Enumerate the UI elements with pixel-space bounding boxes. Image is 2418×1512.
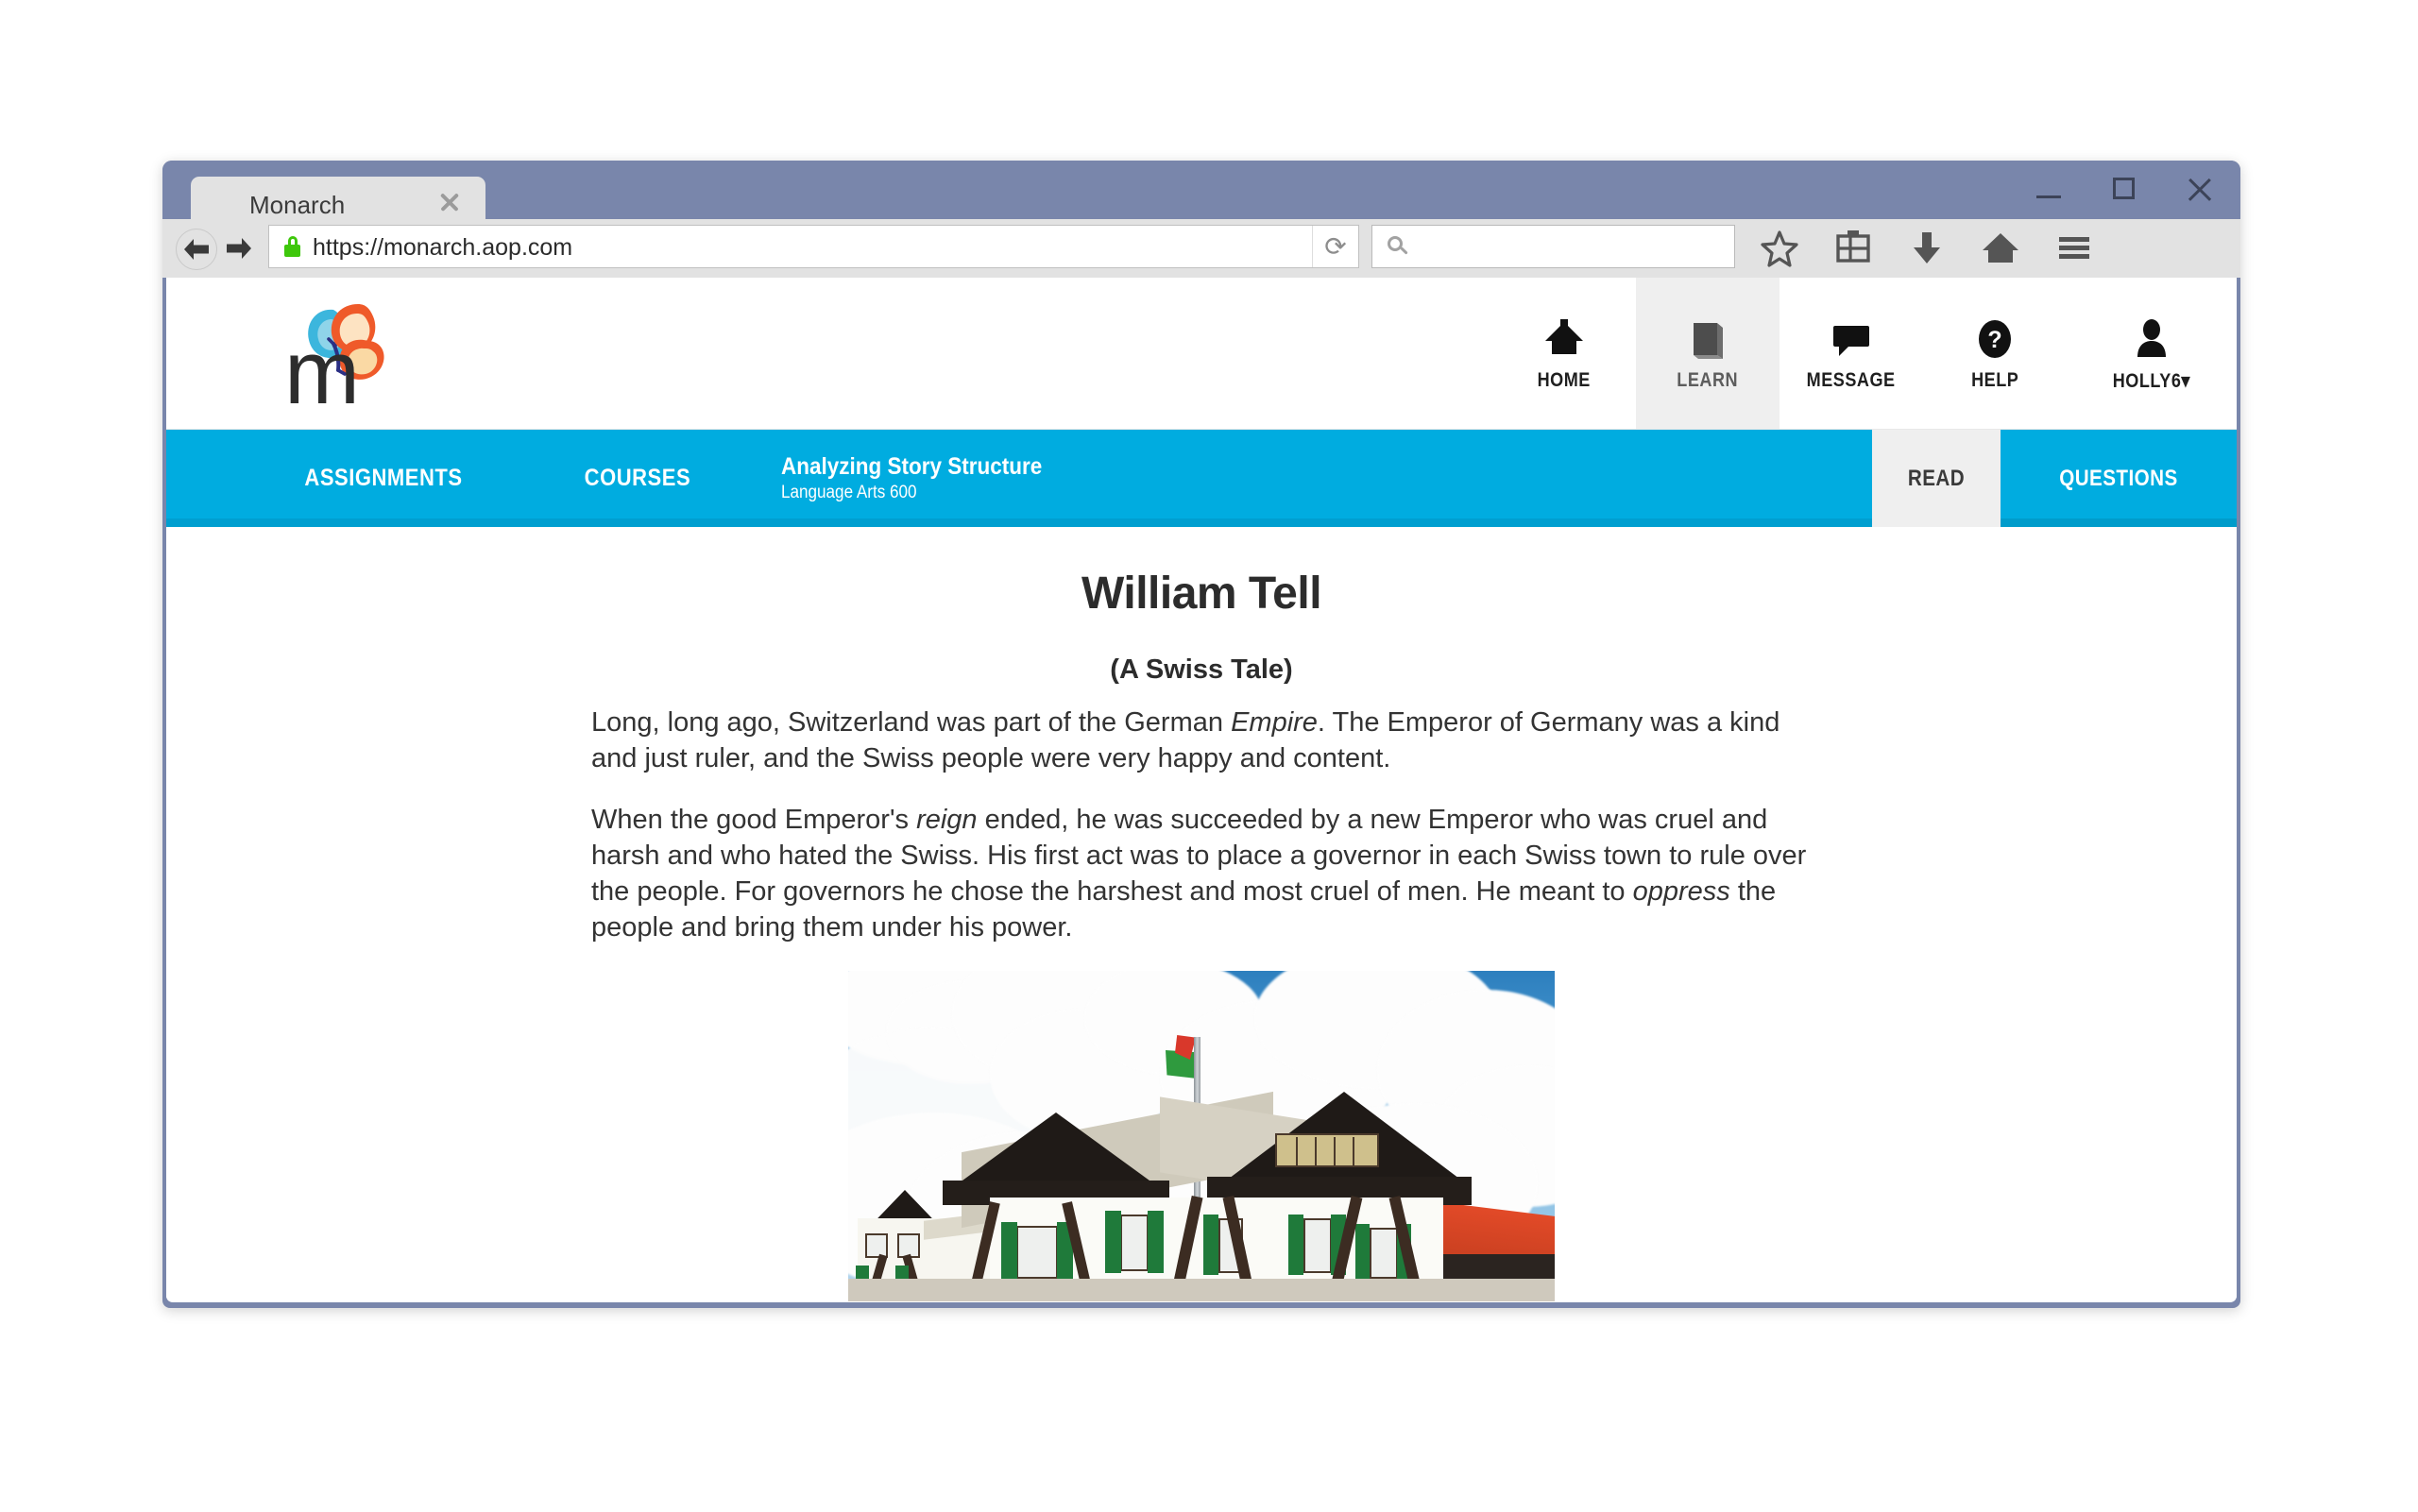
emphasized-text: Empire <box>1231 707 1318 738</box>
svg-text:?: ? <box>1987 327 2001 353</box>
nav-item-learn[interactable]: LEARN <box>1636 278 1779 429</box>
emphasized-text: oppress <box>1632 876 1730 907</box>
swiss-chalet-photo <box>848 971 1555 1301</box>
search-input[interactable] <box>1418 226 1724 269</box>
course-link-assignments[interactable]: ASSIGNMENTS <box>304 465 462 492</box>
reload-glyph: ⟳ <box>1324 230 1347 263</box>
user-name: HOLLY6 <box>2112 369 2182 392</box>
paragraph-text: When the good Emperor's <box>591 805 917 835</box>
back-arrow-icon[interactable] <box>176 229 217 270</box>
browser-window: Monarch https://monarch.aop.com ⟳ m HOME… <box>162 161 2240 1308</box>
browser-toolbar: https://monarch.aop.com ⟳ <box>162 219 2240 278</box>
course-bar-left: ASSIGNMENTS COURSES Analyzing Story Stru… <box>166 430 1872 527</box>
home-glyph <box>1545 319 1583 354</box>
article-paragraph: Long, long ago, Switzerland was part of … <box>591 705 1812 776</box>
home-icon <box>1542 314 1586 364</box>
lock-icon <box>284 236 300 257</box>
book-glyph <box>1694 323 1723 359</box>
nav-item-help-label: HELP <box>1970 369 2019 391</box>
tab-questions[interactable]: QUESTIONS <box>2001 430 2237 527</box>
nav-item-message-label: MESSAGE <box>1807 369 1896 391</box>
hamburger-glyph <box>2059 237 2089 259</box>
tab-read[interactable]: READ <box>1872 430 2001 527</box>
search-icon <box>1388 236 1408 257</box>
browser-titlebar: Monarch <box>162 161 2240 233</box>
emphasized-text: reign <box>916 805 978 835</box>
tab-close-icon[interactable] <box>436 189 463 215</box>
tab-read-label: READ <box>1907 465 1966 491</box>
message-glyph <box>1833 326 1869 356</box>
help-glyph: ? <box>1979 320 2011 358</box>
reload-icon[interactable]: ⟳ <box>1312 226 1358 267</box>
home-icon[interactable] <box>1980 227 2021 268</box>
article-subtitle: (A Swiss Tale) <box>1110 654 1293 685</box>
page-viewport: m HOME LEARN MESSAGE ? HELP HOLLY6▾ ASSI… <box>166 278 2237 1302</box>
nav-item-help[interactable]: ? HELP <box>1923 278 2067 429</box>
photo-scene <box>848 971 1555 1301</box>
home-glyph <box>1983 233 2018 263</box>
course-navigation-bar: ASSIGNMENTS COURSES Analyzing Story Stru… <box>166 430 2237 527</box>
nav-item-home[interactable]: HOME <box>1492 278 1636 429</box>
tab-questions-label: QUESTIONS <box>2059 465 2178 491</box>
user-icon <box>2131 314 2172 364</box>
library-glyph <box>1836 230 1870 263</box>
forward-arrow-icon[interactable] <box>219 229 259 268</box>
paragraph-text: Long, long ago, Switzerland was part of … <box>591 707 1232 738</box>
course-link-courses[interactable]: COURSES <box>585 465 691 492</box>
nav-item-user-menu[interactable]: HOLLY6▾ <box>2067 278 2237 429</box>
monarch-logo[interactable]: m <box>284 298 417 423</box>
minimize-icon[interactable] <box>2033 174 2065 206</box>
bookmark-star-icon[interactable] <box>1759 227 1800 268</box>
site-header-nav: HOME LEARN MESSAGE ? HELP HOLLY6▾ <box>1492 278 2237 429</box>
browser-search-box[interactable] <box>1371 225 1735 269</box>
site-header: m HOME LEARN MESSAGE ? HELP HOLLY6▾ <box>166 278 2237 430</box>
forward-arrow-glyph <box>227 238 251 259</box>
nav-item-user-label: HOLLY6▾ <box>2113 369 2190 393</box>
address-bar-url: https://monarch.aop.com <box>313 234 573 261</box>
current-course-info: Analyzing Story Structure Language Arts … <box>781 453 1071 504</box>
back-arrow-glyph <box>184 239 209 260</box>
lesson-tabs: READ QUESTIONS <box>1872 430 2237 527</box>
window-controls <box>2033 164 2216 215</box>
nav-item-message[interactable]: MESSAGE <box>1779 278 1923 429</box>
course-subtitle: Language Arts 600 <box>780 483 917 503</box>
nav-item-learn-label: LEARN <box>1677 369 1739 391</box>
address-bar[interactable]: https://monarch.aop.com ⟳ <box>268 225 1359 268</box>
tab-title: Monarch <box>249 191 346 219</box>
download-icon[interactable] <box>1906 227 1948 268</box>
download-glyph <box>1914 232 1940 263</box>
course-title: Analyzing Story Structure <box>780 452 1043 480</box>
library-icon[interactable] <box>1832 227 1874 268</box>
user-glyph <box>2137 318 2166 357</box>
article-paragraph: When the good Emperor's reign ended, he … <box>591 802 1812 945</box>
toolbar-icon-group <box>1759 225 2095 270</box>
message-bubble-icon <box>1828 314 1875 364</box>
star-glyph <box>1761 230 1798 267</box>
close-icon[interactable] <box>2184 174 2216 206</box>
menu-icon[interactable] <box>2053 227 2095 268</box>
nav-item-home-label: HOME <box>1537 369 1592 391</box>
maximize-icon[interactable] <box>2108 174 2140 206</box>
article-body: Long, long ago, Switzerland was part of … <box>591 686 1812 945</box>
question-circle-icon: ? <box>1974 314 2016 364</box>
book-icon <box>1686 314 1729 364</box>
lesson-article: William Tell (A Swiss Tale) Long, long a… <box>166 568 2237 1301</box>
article-title: William Tell <box>1081 569 1322 619</box>
chevron-down-icon: ▾ <box>2181 369 2191 392</box>
logo-letter: m <box>284 322 360 423</box>
screenshot-root: Monarch https://monarch.aop.com ⟳ m HOME… <box>0 0 2418 1512</box>
